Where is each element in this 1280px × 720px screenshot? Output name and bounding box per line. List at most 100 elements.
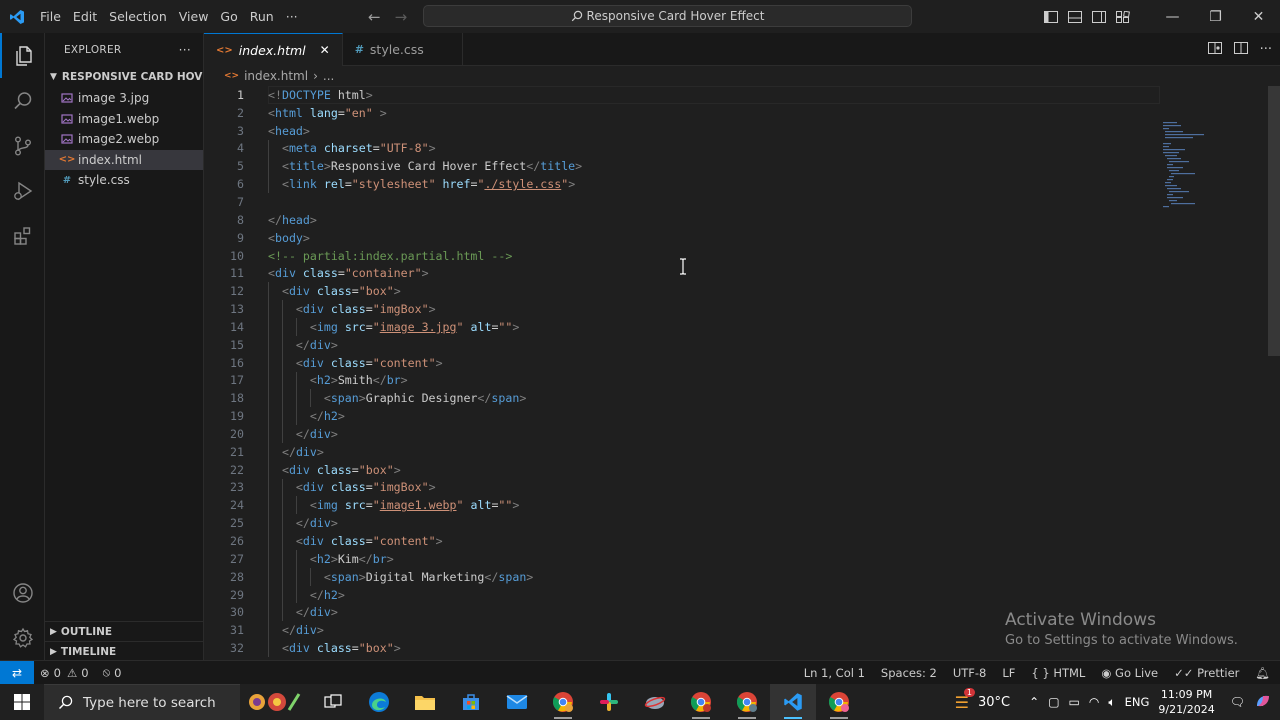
indentation[interactable]: Spaces: 2 — [881, 666, 937, 680]
code-line[interactable]: 6 <link rel="stylesheet" href="./style.c… — [204, 175, 1280, 194]
chrome-profile-4-icon[interactable] — [816, 684, 862, 720]
menu-edit[interactable]: Edit — [67, 0, 103, 33]
code-line[interactable]: 4 <meta charset="UTF-8"> — [204, 139, 1280, 158]
code-line[interactable]: 21 </div> — [204, 442, 1280, 461]
errors-count[interactable]: 0 — [54, 666, 61, 680]
copilot-icon[interactable] — [1254, 692, 1272, 713]
camera-icon[interactable]: ▢ — [1048, 695, 1059, 709]
minimap[interactable] — [1162, 121, 1204, 211]
editor-scrollbar[interactable] — [1268, 86, 1280, 356]
menu-file[interactable]: File — [34, 0, 67, 33]
accounts-icon[interactable] — [0, 570, 45, 615]
menu-go[interactable]: Go — [214, 0, 243, 33]
file-item-image1-webp[interactable]: image1.webp — [45, 109, 203, 130]
vpn-globe-icon[interactable] — [632, 684, 678, 720]
code-line[interactable]: 14 <img src="image 3.jpg" alt=""> — [204, 317, 1280, 336]
code-editor[interactable]: 1 <!DOCTYPE html> 2 <html lang="en" > 3 <head… — [204, 86, 1280, 660]
code-line[interactable]: 9 <body> — [204, 229, 1280, 247]
ports-icon[interactable]: ⦸ — [103, 665, 111, 680]
remote-icon[interactable]: ⇄ — [0, 660, 34, 685]
minimize-icon[interactable]: — — [1151, 9, 1194, 25]
code-line[interactable]: 10 <!-- partial:index.partial.html --> — [204, 247, 1280, 265]
breadcrumb-file[interactable]: index.html — [244, 69, 308, 83]
code-line[interactable]: 22 <div class="box"> — [204, 460, 1280, 479]
chrome-profile-3-icon[interactable] — [724, 684, 770, 720]
code-line[interactable]: 27 <h2>Kim</br> — [204, 549, 1280, 568]
run-debug-icon[interactable] — [0, 168, 45, 213]
code-line[interactable]: 3 <head> — [204, 122, 1280, 140]
end-of-line[interactable]: LF — [1002, 666, 1015, 680]
warnings-count[interactable]: 0 — [81, 666, 88, 680]
outline-section[interactable]: ▶ OUTLINE — [45, 621, 204, 641]
windows-start-icon[interactable] — [0, 694, 44, 710]
code-line[interactable]: 24 <img src="image1.webp" alt=""> — [204, 496, 1280, 515]
source-control-icon[interactable] — [0, 123, 45, 168]
code-line[interactable]: 26 <div class="content"> — [204, 532, 1280, 550]
file-item-image-3-jpg[interactable]: image 3.jpg — [45, 88, 203, 109]
language-mode[interactable]: { } HTML — [1031, 666, 1085, 680]
file-item-image2-webp[interactable]: image2.webp — [45, 129, 203, 150]
input-language[interactable]: ENG — [1125, 695, 1150, 709]
task-view-icon[interactable] — [310, 684, 356, 720]
code-line[interactable]: 29 </h2> — [204, 585, 1280, 604]
toggle-secondary-sidebar-icon[interactable] — [1087, 10, 1111, 23]
tab-index-html[interactable]: <> index.html ✕ — [204, 33, 343, 66]
notification-center-icon[interactable]: 🗨︎ — [1230, 695, 1245, 709]
code-line[interactable]: 28 <span>Digital Marketing</span> — [204, 567, 1280, 586]
microsoft-store-icon[interactable] — [448, 684, 494, 720]
close-tab-icon[interactable]: ✕ — [320, 43, 330, 57]
battery-icon[interactable]: ▭ — [1069, 695, 1080, 709]
taskbar-clock[interactable]: 11:09 PM 9/21/2024 — [1158, 687, 1214, 717]
cursor-position[interactable]: Ln 1, Col 1 — [804, 666, 865, 680]
encoding[interactable]: UTF-8 — [953, 666, 987, 680]
go-live-button[interactable]: ◉ Go Live — [1101, 666, 1158, 680]
chrome-profile-2-icon[interactable] — [678, 684, 724, 720]
edge-browser-icon[interactable] — [356, 684, 402, 720]
code-line[interactable]: 19 </h2> — [204, 407, 1280, 426]
extensions-icon[interactable] — [0, 213, 45, 258]
code-line[interactable]: 8 </head> — [204, 211, 1280, 229]
code-line[interactable]: 18 <span>Graphic Designer</span> — [204, 389, 1280, 408]
explorer-icon[interactable] — [0, 33, 45, 78]
vscode-taskbar-icon[interactable] — [770, 684, 816, 720]
file-explorer-icon[interactable] — [402, 684, 448, 720]
menu-selection[interactable]: Selection — [103, 0, 173, 33]
code-line[interactable]: 15 </div> — [204, 335, 1280, 354]
back-arrow-icon[interactable]: ← — [368, 8, 381, 26]
code-line[interactable]: 11 <div class="container"> — [204, 264, 1280, 282]
code-line[interactable]: 7 — [204, 193, 1280, 211]
volume-icon[interactable]: 🔈︎ — [1108, 695, 1115, 710]
code-line[interactable]: 16 <div class="content"> — [204, 353, 1280, 372]
code-line[interactable]: 5 <title>Responsive Card Hover Effect</t… — [204, 157, 1280, 176]
open-preview-icon[interactable] — [1207, 41, 1222, 58]
code-line[interactable]: 20 </div> — [204, 425, 1280, 443]
prettier-button[interactable]: ✓✓ Prettier — [1174, 666, 1239, 680]
code-line[interactable]: 1 <!DOCTYPE html> — [204, 86, 1280, 104]
code-line[interactable]: 17 <h2>Smith</br> — [204, 371, 1280, 390]
mail-icon[interactable] — [494, 684, 540, 720]
customize-layout-icon[interactable] — [1111, 10, 1135, 23]
code-line[interactable]: 12 <div class="box"> — [204, 282, 1280, 301]
wifi-icon[interactable]: ◠ — [1089, 695, 1099, 709]
file-item-style-css[interactable]: # style.css — [45, 170, 203, 191]
tab-style-css[interactable]: # style.css — [343, 33, 463, 66]
slack-icon[interactable] — [586, 684, 632, 720]
code-line[interactable]: 2 <html lang="en" > — [204, 104, 1280, 122]
explorer-more-button[interactable]: ··· — [179, 43, 191, 57]
ports-count[interactable]: 0 — [114, 666, 121, 680]
forward-arrow-icon[interactable]: → — [395, 8, 408, 26]
code-line[interactable]: 13 <div class="imgBox"> — [204, 300, 1280, 318]
menu-view[interactable]: View — [173, 0, 215, 33]
chrome-profile-1-icon[interactable] — [540, 684, 586, 720]
code-line[interactable]: 23 <div class="imgBox"> — [204, 478, 1280, 497]
close-window-icon[interactable]: ✕ — [1237, 9, 1280, 25]
toggle-panel-icon[interactable] — [1063, 10, 1087, 23]
breadcrumb-rest[interactable]: ... — [323, 69, 334, 83]
menu-more[interactable]: ··· — [280, 0, 304, 33]
split-editor-icon[interactable] — [1233, 41, 1248, 58]
menu-run[interactable]: Run — [244, 0, 280, 33]
taskbar-search-box[interactable]: Type here to search — [44, 684, 240, 720]
show-hidden-icons-chevron-icon[interactable]: ⌃ — [1029, 695, 1039, 709]
code-line[interactable]: 25 </div> — [204, 514, 1280, 533]
editor-more-icon[interactable]: ··· — [1260, 42, 1272, 57]
